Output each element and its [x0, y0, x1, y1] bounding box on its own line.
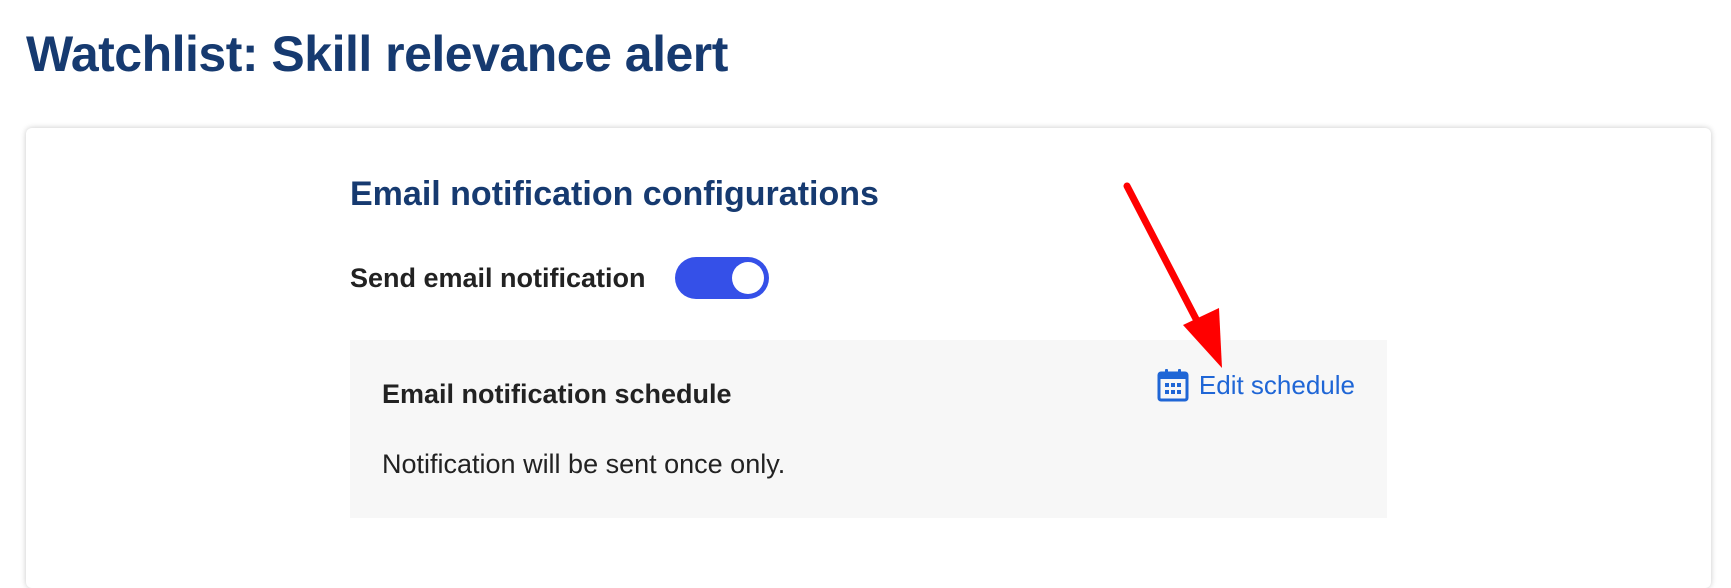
- send-email-toggle[interactable]: [674, 257, 769, 299]
- section-heading: Email notification configurations: [350, 175, 879, 213]
- send-email-label: Send email notification: [350, 262, 646, 293]
- schedule-description: Notification will be sent once only.: [382, 449, 786, 479]
- email-config-card: Email notification configurations Send e…: [26, 128, 1711, 588]
- schedule-title: Email notification schedule: [382, 379, 732, 409]
- annotation-arrow-icon: [1123, 182, 1222, 368]
- toggle-knob: [731, 262, 764, 294]
- page-title: Watchlist: Skill relevance alert: [26, 26, 728, 82]
- send-email-toggle-row: Send email notification: [350, 256, 769, 300]
